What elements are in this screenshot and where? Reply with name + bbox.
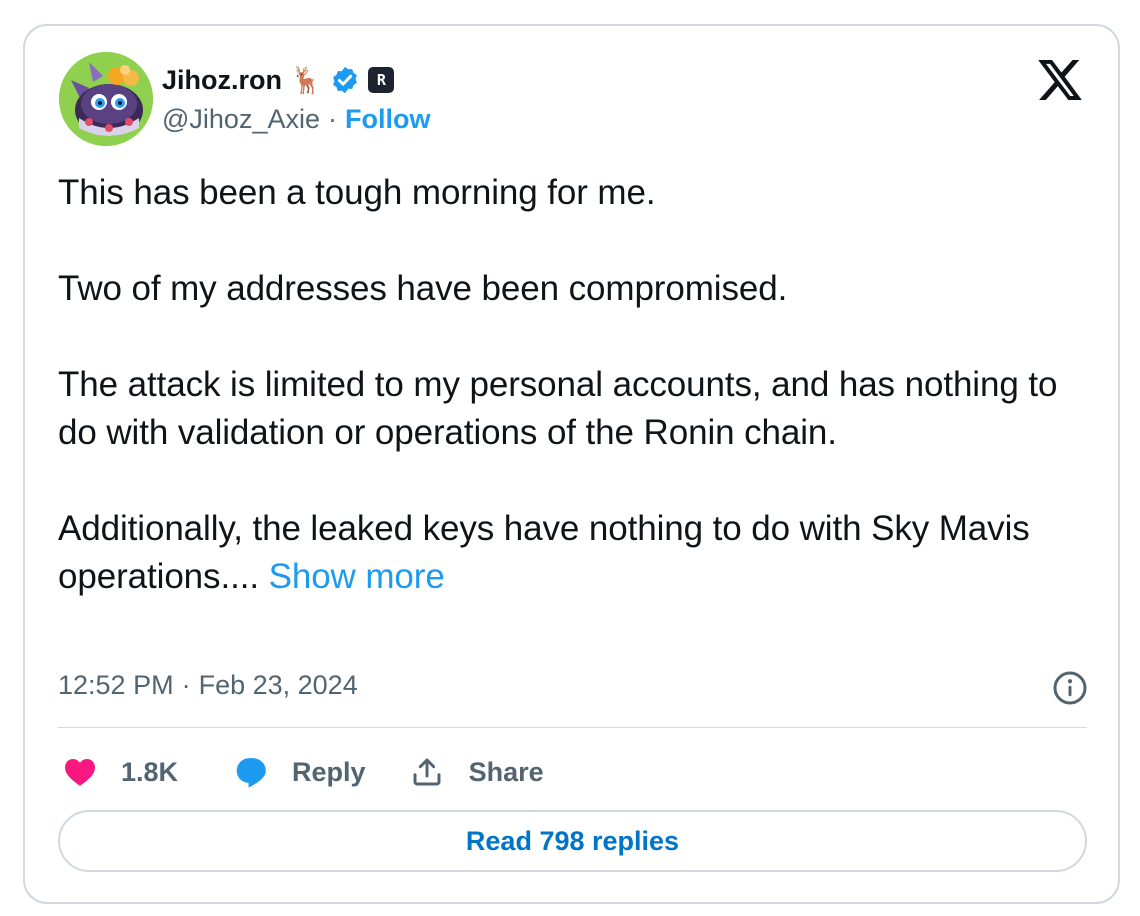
x-logo-icon[interactable] [1038, 60, 1082, 100]
tweet-text: This has been a tough morning for me. Tw… [58, 169, 1078, 601]
affiliate-badge-icon: R [368, 67, 395, 93]
tweet-date: Feb 23, 2024 [198, 670, 358, 700]
follow-button[interactable]: Follow [345, 104, 430, 135]
like-count: 1.8K [121, 756, 179, 787]
reply-label: Reply [292, 756, 366, 787]
avatar[interactable] [59, 52, 153, 146]
verified-badge-icon [333, 66, 358, 94]
action-bar: 1.8K Reply Share [63, 752, 544, 792]
meta-separator: · [181, 670, 191, 700]
deer-emoji: 🦌 [290, 65, 323, 95]
author-name-row: Jihoz.ron 🦌 R [162, 63, 395, 97]
tweet-body-text: This has been a tough morning for me. Tw… [58, 173, 1058, 596]
reply-button[interactable]: Reply [234, 756, 366, 788]
speech-bubble-icon [236, 758, 266, 788]
divider [58, 727, 1087, 728]
read-replies-label: Read 798 replies [465, 825, 680, 856]
show-more-link[interactable]: Show more [269, 557, 445, 596]
heart-icon [65, 759, 95, 786]
info-icon[interactable] [1052, 670, 1088, 706]
share-button[interactable]: Share [411, 756, 544, 788]
author-handle[interactable]: @Jihoz_Axie [162, 104, 320, 135]
tweet-timestamp[interactable]: 12:52 PM · Feb 23, 2024 [58, 670, 358, 701]
handle-separator: · [327, 104, 337, 134]
tweet-embed-card: Jihoz.ron 🦌 R @Jihoz_Axie · Follow This … [23, 24, 1120, 904]
tweet-time: 12:52 PM [58, 670, 174, 700]
read-replies-button[interactable]: Read 798 replies [58, 810, 1087, 872]
author-display-name[interactable]: Jihoz.ron [162, 65, 282, 96]
axie-avatar-image [59, 52, 153, 146]
share-label: Share [468, 756, 544, 787]
like-button[interactable]: 1.8K [63, 757, 178, 788]
author-handle-row: @Jihoz_Axie · Follow [162, 104, 430, 135]
share-upload-icon [413, 758, 441, 786]
